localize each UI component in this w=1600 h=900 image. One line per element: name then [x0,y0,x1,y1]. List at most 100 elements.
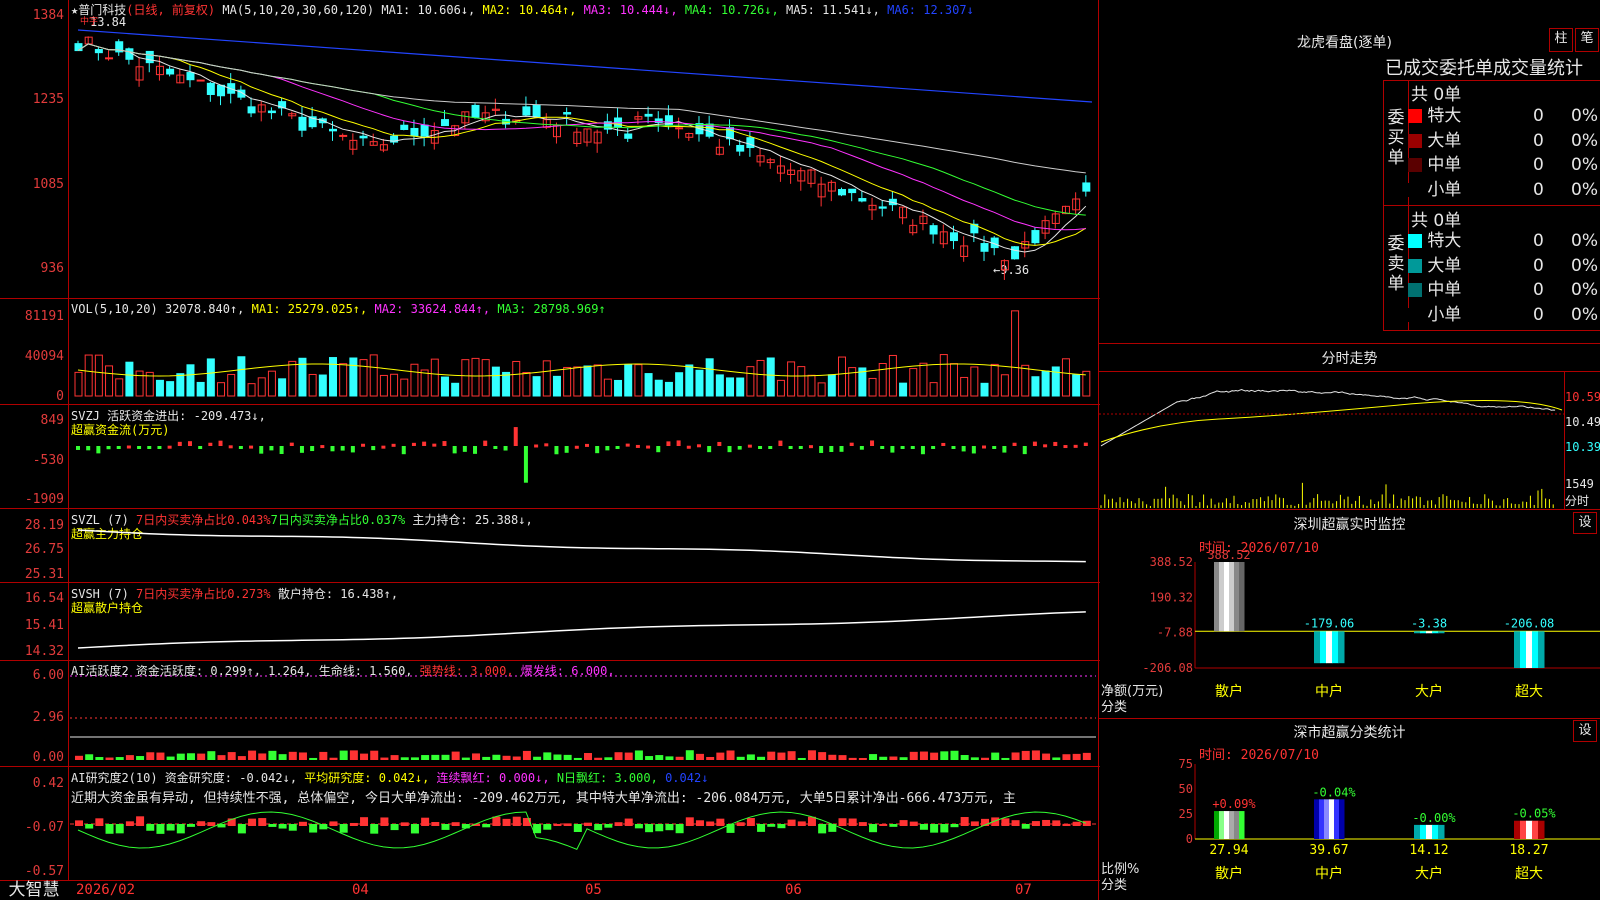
research-bar [919,824,928,830]
chart-area[interactable]: ★普门科技(日线, 前复权) MA(5,10,20,30,60,120) MA1… [0,0,1100,900]
flow-bar [198,446,203,449]
panel-divider [0,880,1100,881]
active-bar [512,756,521,760]
bar-stripe [1420,824,1427,839]
y-tick-label: 25 [1179,807,1193,821]
active-bar [1052,757,1061,760]
volume-bar [1021,364,1030,397]
active-bar [360,753,369,760]
volume-bar [746,366,755,397]
active-bar [879,756,888,760]
row-pct: 0% [1571,304,1598,325]
active-bar [950,750,959,760]
row-label: 中单 [1422,155,1462,175]
volume-bar [329,357,337,397]
brand-label[interactable]: 大智慧 [0,880,68,900]
volume-bar [288,360,297,397]
volume-bar [705,358,714,397]
active-bar [645,756,654,760]
stat-bar-chart[interactable]: 75 50 25 0 +0.09% 27.94 散户 -0.04% 39.67 中户 -0.00% 1… [1099,756,1600,900]
active-bar [461,757,470,760]
row-pct: 0% [1571,130,1598,151]
tick-mode-button[interactable]: 笔 [1575,28,1599,52]
volume-bar [166,381,175,397]
flow-bar [839,446,844,452]
active-bar [757,756,766,760]
flow-bar [615,446,620,449]
flow-bar [829,446,834,453]
bar-stripe [1229,811,1235,839]
flow-bar [768,446,773,449]
flow-bar [656,446,661,453]
bar-change-label: -0.04% [1312,785,1356,799]
research-bar [156,824,165,834]
research-bar [909,821,918,826]
research-bar [258,818,267,826]
volume-bar [563,366,572,397]
research-bar [716,818,725,826]
volume-bar [797,366,806,397]
stats-header: 已成交委托单成交量统计 [1385,58,1583,79]
active-bar [309,757,318,760]
flow-bar [920,446,925,455]
volume-bar [939,354,948,397]
bar-value-label: 39.67 [1309,843,1348,858]
active-bar [919,751,928,760]
buy-row: 小单 0 0% [1408,178,1598,202]
intraday-chart[interactable] [1099,372,1564,509]
research-bar [1001,818,1010,826]
stat-settings-button[interactable]: 设 [1573,720,1597,742]
right-panel: 龙虎看盘(逐单) 柱 笔 已成交委托单成交量统计 委买单 委卖单 共 0单 特大… [1099,0,1600,900]
flow-bar [208,442,213,446]
volume-bar [155,379,164,397]
volume-bar [400,378,409,397]
stat-bar [1214,811,1245,839]
research-bar [543,824,552,830]
flow-bar [483,440,488,446]
candle [1011,246,1020,260]
flow-bar [1053,441,1058,446]
bar-mode-button[interactable]: 柱 [1549,28,1573,52]
volume-bar [471,357,480,397]
bar-stripe [1219,811,1225,839]
flow-bar [1063,445,1068,449]
volume-bar [929,382,938,397]
row-pct: 0% [1571,155,1598,175]
bar-stripe [1239,811,1245,839]
volume-bar [787,361,796,397]
active-bar [1021,750,1030,760]
flow-bar [503,446,508,451]
x-axis-label: 04 [352,882,369,898]
active-bar [736,756,745,760]
active-bar [349,750,358,760]
active-bar [410,757,419,760]
volume-bar [1000,374,1009,397]
research-bar [268,824,277,827]
monitor-settings-button[interactable]: 设 [1573,512,1597,534]
candle [420,124,429,137]
bar-stripe [1538,631,1545,668]
volume-bar [522,371,531,397]
active-bar [1001,757,1010,760]
research-bar [125,821,134,826]
flow-bar [737,446,742,450]
volume-bar [726,377,735,397]
volume-bar [491,366,500,397]
sell-row: 小单 0 0% [1408,303,1598,327]
bar-change-label: -0.05% [1512,807,1556,821]
flow-bar [982,445,987,449]
active-bar [298,752,307,760]
active-bar [655,755,664,760]
active-bar [1082,752,1091,760]
volume-bar [695,369,704,397]
chart-canvas[interactable] [0,0,1098,880]
research-bar [421,817,430,826]
y-tick-label: -7.88 [1157,626,1193,640]
flow-bar [106,446,111,450]
candle [522,106,531,116]
volume-bar [888,354,897,397]
monitor-bar-chart[interactable]: 388.52 190.32 -7.88 -206.08 388.52 散户 -179.06 中… [1099,550,1600,718]
active-bar [75,755,83,760]
volume-bar [838,356,846,397]
candle [746,137,755,149]
